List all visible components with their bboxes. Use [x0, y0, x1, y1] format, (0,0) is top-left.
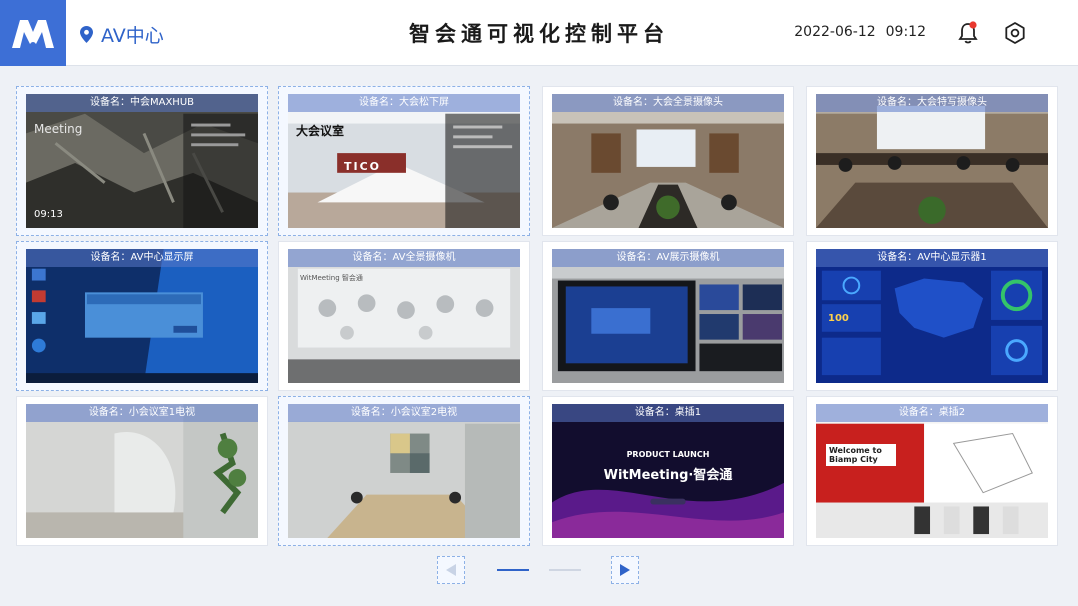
device-caption: 设备名：大会特写摄像头 [816, 94, 1048, 112]
device-preview[interactable]: 设备名：中会MAXHUB Meeting 09:13 [26, 94, 258, 228]
device-preview[interactable]: 设备名：AV中心显示器1 100 [816, 249, 1048, 383]
preview-image [26, 249, 258, 383]
preview-overlay-text: Meeting [34, 122, 83, 136]
triangle-right-icon [620, 564, 630, 576]
preview-image [26, 94, 258, 228]
device-preview[interactable]: 设备名：AV展示摄像机 [552, 249, 784, 383]
preview-image [552, 94, 784, 228]
device-caption: 设备名：桌插1 [552, 404, 784, 422]
next-page-button[interactable] [611, 556, 639, 584]
preview-image [288, 94, 520, 228]
device-grid: 设备名：中会MAXHUB Meeting 09:13 设备名：大会松下屏 大会议… [16, 86, 1062, 548]
preview-overlay-text: WitMeeting·智会通 [603, 468, 733, 483]
device-card[interactable]: 设备名：小会议室2电视 [278, 396, 530, 546]
device-card[interactable]: 设备名：AV全景摄像机 WitMeeting 智会通 [278, 241, 530, 391]
date-text: 2022-06-12 [794, 24, 876, 40]
datetime: 2022-06-12 09:12 [794, 24, 926, 40]
device-card[interactable]: 设备名：大会松下屏 大会议室 TICO [278, 86, 530, 236]
device-caption: 设备名：AV中心显示器1 [816, 249, 1048, 267]
page-indicator-active[interactable] [497, 569, 529, 571]
preview-image [288, 249, 520, 383]
preview-overlay-text: Welcome to Biamp City [826, 444, 896, 466]
device-preview[interactable]: 设备名：桌插2 Welcome to Biamp City [816, 404, 1048, 538]
device-preview[interactable]: 设备名：桌插1 PRODUCT LAUNCH WitMeeting·智会通 [552, 404, 784, 538]
device-caption: 设备名：AV展示摄像机 [552, 249, 784, 267]
device-card[interactable]: 设备名：桌插1 PRODUCT LAUNCH WitMeeting·智会通 [542, 396, 794, 546]
device-preview[interactable]: 设备名：大会特写摄像头 [816, 94, 1048, 228]
device-caption: 设备名：大会全景摄像头 [552, 94, 784, 112]
device-preview[interactable]: 设备名：小会议室2电视 [288, 404, 520, 538]
device-caption: 设备名：AV全景摄像机 [288, 249, 520, 267]
device-caption: 设备名：桌插2 [816, 404, 1048, 422]
time-text: 09:12 [885, 24, 926, 40]
device-caption: 设备名：AV中心显示屏 [26, 249, 258, 267]
device-card[interactable]: 设备名：大会全景摄像头 [542, 86, 794, 236]
device-card[interactable]: 设备名：小会议室1电视 [16, 396, 268, 546]
device-card[interactable]: 设备名：桌插2 Welcome to Biamp City [806, 396, 1058, 546]
header: AV中心 智会通可视化控制平台 2022-06-12 09:12 [0, 0, 1078, 66]
preview-overlay-text: 100 [828, 313, 849, 324]
device-preview[interactable]: 设备名：大会松下屏 大会议室 TICO [288, 94, 520, 228]
preview-overlay-text: WitMeeting 智会通 [300, 274, 363, 282]
device-caption: 设备名：中会MAXHUB [26, 94, 258, 112]
device-card[interactable]: 设备名：AV展示摄像机 [542, 241, 794, 391]
device-caption: 设备名：小会议室2电视 [288, 404, 520, 422]
bell-icon[interactable] [957, 21, 979, 45]
device-caption: 设备名：大会松下屏 [288, 94, 520, 112]
device-caption: 设备名：小会议室1电视 [26, 404, 258, 422]
preview-image [816, 94, 1048, 228]
preview-overlay-text: 大会议室 [296, 124, 345, 138]
page-indicator[interactable] [549, 569, 581, 571]
preview-overlay-heading: PRODUCT LAUNCH [626, 450, 710, 459]
preview-image [26, 404, 258, 538]
device-card[interactable]: 设备名：AV中心显示器1 100 [806, 241, 1058, 391]
device-card[interactable]: 设备名：中会MAXHUB Meeting 09:13 [16, 86, 268, 236]
preview-image [552, 249, 784, 383]
device-preview[interactable]: 设备名：AV全景摄像机 WitMeeting 智会通 [288, 249, 520, 383]
preview-image [816, 404, 1048, 538]
triangle-left-icon [446, 564, 456, 576]
gear-icon[interactable] [1003, 21, 1027, 45]
preview-image [288, 404, 520, 538]
preview-overlay-time: 09:13 [34, 209, 63, 220]
preview-image [816, 249, 1048, 383]
device-preview[interactable]: 设备名：大会全景摄像头 [552, 94, 784, 228]
device-preview[interactable]: 设备名：AV中心显示屏 [26, 249, 258, 383]
prev-page-button[interactable] [437, 556, 465, 584]
device-preview[interactable]: 设备名：小会议室1电视 [26, 404, 258, 538]
device-card[interactable]: 设备名：大会特写摄像头 [806, 86, 1058, 236]
device-card[interactable]: 设备名：AV中心显示屏 [16, 241, 268, 391]
preview-overlay-logo: TICO [344, 160, 382, 173]
